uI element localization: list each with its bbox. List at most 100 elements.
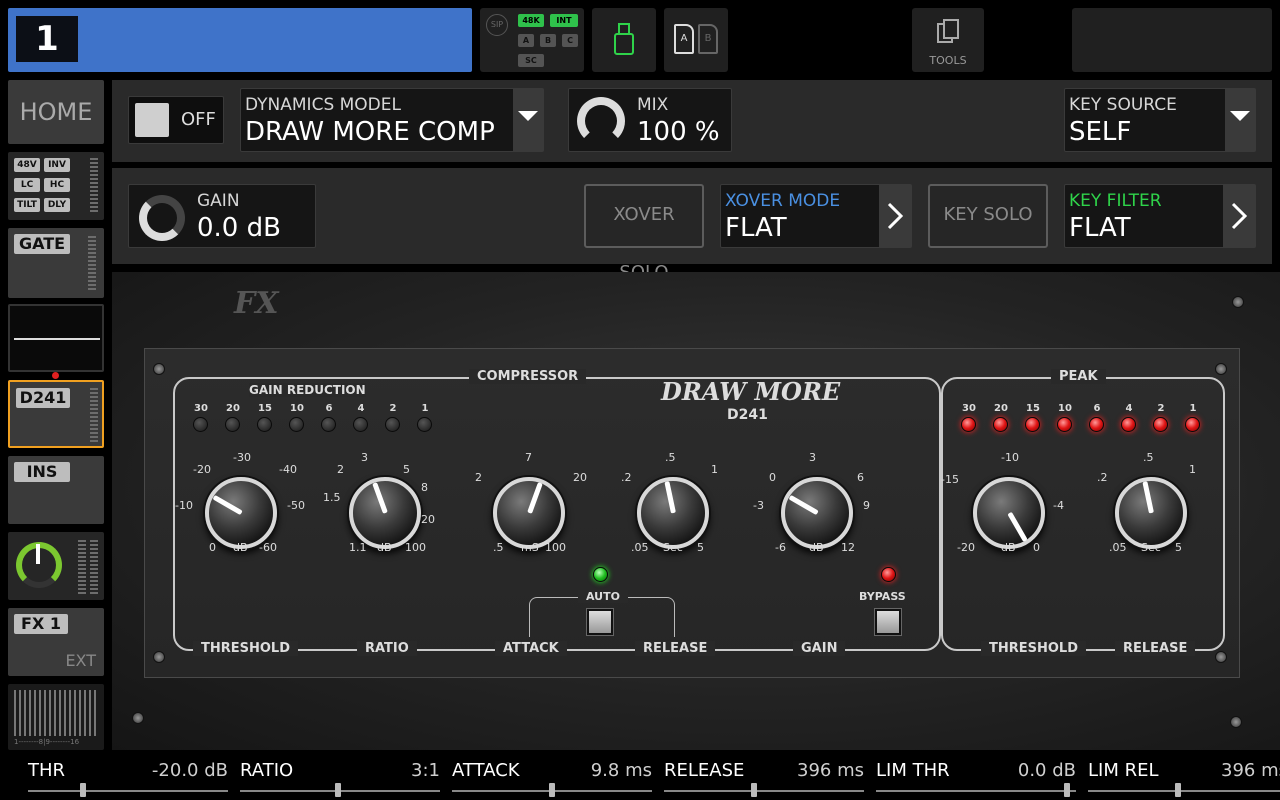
bottom-param[interactable]: RATIO 3:1: [240, 752, 440, 800]
param-slider-thumb[interactable]: [335, 783, 342, 797]
xover-mode-next[interactable]: [879, 185, 911, 247]
mix-control[interactable]: MIX 100 %: [568, 88, 732, 152]
on-off-toggle[interactable]: OFF: [128, 96, 224, 144]
param-value: 3:1: [411, 760, 440, 781]
mix-ring-icon: [577, 97, 625, 145]
tools-button[interactable]: TOOLS: [912, 8, 984, 72]
key-filter-next[interactable]: [1223, 185, 1255, 247]
gain-reduction-led: [321, 417, 336, 432]
knob-scale-label: dB: [809, 541, 824, 554]
knob-scale-label: .2: [621, 471, 632, 484]
bottom-param[interactable]: LIM REL 396 ms: [1088, 752, 1280, 800]
peak-threshold-knob[interactable]: [973, 477, 1045, 549]
key-source-dropdown-arrow[interactable]: [1225, 89, 1255, 151]
model-label: DYNAMICS MODEL: [245, 95, 401, 115]
usb-button[interactable]: [592, 8, 656, 72]
dynamics-model-dropdown[interactable]: DYNAMICS MODEL DRAW MORE COMP: [240, 88, 544, 152]
knob-scale-label: 9: [863, 499, 870, 512]
param-slider-track[interactable]: [876, 790, 1076, 792]
param-name: RATIO: [240, 760, 294, 781]
tools-label: TOOLS: [929, 54, 967, 67]
fader-block[interactable]: [8, 532, 104, 600]
ratio-knob[interactable]: [349, 477, 421, 549]
fx1-block[interactable]: FX 1 EXT: [8, 608, 104, 676]
param-slider-thumb[interactable]: [1175, 783, 1182, 797]
knob-scale-label: -10: [1001, 451, 1019, 464]
fx-logo: FX: [234, 286, 279, 321]
param-slider-thumb[interactable]: [1064, 783, 1071, 797]
sends-scale: 1--------8|9--------16: [14, 738, 80, 746]
knob-scale-label: -60: [259, 541, 277, 554]
key-filter-selector[interactable]: KEY FILTER FLAT: [1064, 184, 1256, 248]
screw: [1232, 296, 1244, 308]
sends-meter-block[interactable]: 1--------8|9--------16: [8, 684, 104, 750]
scene-ab-button[interactable]: A B: [664, 8, 728, 72]
usb-icon: [614, 23, 634, 55]
insert-block[interactable]: INS: [8, 456, 104, 524]
auto-button[interactable]: [587, 609, 613, 635]
param-value: 0.0 dB: [1017, 760, 1076, 781]
bottom-param[interactable]: LIM THR 0.0 dB: [876, 752, 1076, 800]
param-slider-track[interactable]: [28, 790, 228, 792]
param-value: -20.0 dB: [151, 760, 228, 781]
input-config-block[interactable]: 48V INV LC HC TILT DLY: [8, 152, 104, 220]
screw: [1230, 716, 1242, 728]
release-knob[interactable]: [637, 477, 709, 549]
model-dropdown-arrow[interactable]: [513, 89, 543, 151]
screw: [1215, 651, 1227, 663]
dynamics-block-selected[interactable]: D241: [8, 380, 104, 448]
bottom-param[interactable]: THR -20.0 dB: [28, 752, 228, 800]
knob-scale-label: -6: [775, 541, 786, 554]
eq-block[interactable]: [8, 304, 104, 372]
param-slider-track[interactable]: [1088, 790, 1280, 792]
knob-scale-label: 5: [403, 463, 410, 476]
xover-solo-button[interactable]: XOVER SOLO: [584, 184, 704, 283]
routing-panel[interactable]: SIP 48K INT A B C SC: [480, 8, 584, 72]
knob-scale-label: 8: [421, 481, 428, 494]
chevron-down-icon: [1230, 111, 1250, 121]
compressor-title: COMPRESSOR: [469, 369, 587, 384]
phantom-48v-tag: 48V: [14, 158, 40, 172]
meter-scale-label: 30: [962, 403, 976, 414]
meter-scale-label: 30: [194, 403, 208, 414]
key-source-dropdown[interactable]: KEY SOURCE SELF: [1064, 88, 1256, 152]
knob-scale-label: .05: [1109, 541, 1127, 554]
meter-scale-label: 4: [1125, 403, 1133, 414]
screw: [132, 712, 144, 724]
key-solo-button[interactable]: KEY SOLO: [928, 184, 1048, 248]
param-slider-track[interactable]: [664, 790, 864, 792]
param-slider-thumb[interactable]: [549, 783, 555, 797]
bottom-param[interactable]: RELEASE 396 ms: [664, 752, 864, 800]
xover-mode-selector[interactable]: XOVER MODE FLAT: [720, 184, 912, 248]
bus-a-badge: A: [518, 34, 534, 47]
gain-knob[interactable]: [781, 477, 853, 549]
gain-control[interactable]: GAIN 0.0 dB: [128, 184, 316, 248]
blank-top-panel[interactable]: [1072, 8, 1272, 72]
off-label: OFF: [181, 109, 216, 130]
meter-scale-label: 15: [258, 403, 272, 414]
gate-block[interactable]: GATE: [8, 228, 104, 298]
param-slider-thumb[interactable]: [80, 783, 87, 797]
attack-knob[interactable]: [493, 477, 565, 549]
delay-tag: DLY: [44, 198, 70, 212]
knob-scale-label: 1: [711, 463, 718, 476]
knob-scale-label: dB: [377, 541, 392, 554]
gate-label: GATE: [14, 234, 70, 254]
knob-scale-label: Sec: [663, 541, 683, 554]
param-name: ATTACK: [452, 760, 520, 781]
knob-scale-label: 12: [841, 541, 855, 554]
param-slider-thumb[interactable]: [751, 783, 758, 797]
screw: [153, 363, 165, 375]
threshold-knob[interactable]: [205, 477, 277, 549]
bus-c-badge: C: [562, 34, 578, 47]
bypass-button[interactable]: [875, 609, 901, 635]
home-button[interactable]: HOME: [8, 80, 104, 144]
knob-scale-label: 20: [573, 471, 587, 484]
peak-release-knob[interactable]: [1115, 477, 1187, 549]
knob-scale-label: 5: [697, 541, 704, 554]
bypass-led: [881, 567, 896, 582]
knob-scale-label: .5: [665, 451, 676, 464]
bottom-param[interactable]: ATTACK 9.8 ms: [452, 752, 652, 800]
param-name: RELEASE: [664, 760, 745, 781]
channel-meter-right: [90, 540, 98, 594]
